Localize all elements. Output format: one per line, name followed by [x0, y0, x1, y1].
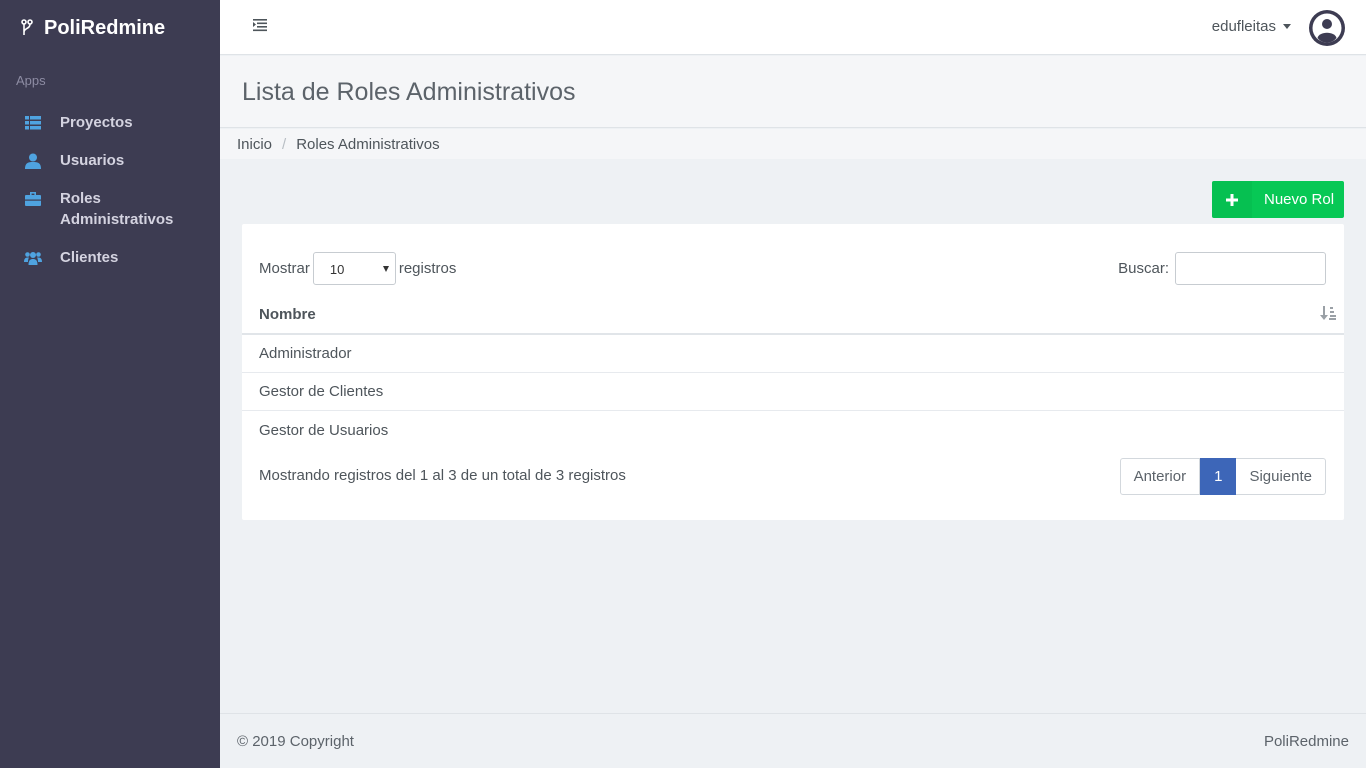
- new-role-label: Nuevo Rol: [1264, 191, 1335, 208]
- sort-icon[interactable]: [1320, 305, 1336, 325]
- search-input[interactable]: [1175, 252, 1326, 285]
- branch-icon: [21, 19, 33, 35]
- breadcrumb-separator: /: [282, 135, 287, 153]
- page-length-select[interactable]: 10: [312, 252, 396, 285]
- footer-copyright: © 2019 Copyright: [237, 732, 354, 750]
- dropdown-arrow-icon: [382, 266, 389, 272]
- table-cell: Administrador: [259, 345, 352, 362]
- table-info: Mostrando registros del 1 al 3 de un tot…: [259, 467, 626, 484]
- brand-link[interactable]: PoliRedmine: [20, 14, 165, 42]
- caret-down-icon: [1283, 24, 1291, 29]
- table-cell: Gestor de Usuarios: [259, 421, 389, 439]
- pagination-page-button[interactable]: 1: [1200, 458, 1237, 495]
- user-dropdown[interactable]: edufleitas: [1212, 18, 1291, 35]
- sidebar-item-roles[interactable]: Roles Administrativos: [0, 180, 220, 239]
- breadcrumb-home[interactable]: Inicio: [237, 136, 272, 153]
- page-length-control: Mostrar 10 registros: [259, 252, 456, 285]
- column-header-nombre[interactable]: Nombre: [242, 296, 1344, 335]
- table-row: Administrador: [242, 335, 1344, 373]
- menu-toggle-icon[interactable]: [252, 17, 270, 35]
- sidebar-item-label: Usuarios: [60, 152, 125, 169]
- username: edufleitas: [1211, 18, 1276, 35]
- sidebar-item-usuarios[interactable]: Usuarios: [0, 142, 220, 180]
- search-control: Buscar:: [1118, 252, 1326, 285]
- sidebar-item-clientes[interactable]: Clientes: [0, 239, 220, 277]
- brand-name: PoliRedmine: [44, 16, 166, 39]
- user-icon: [24, 150, 42, 171]
- length-prefix: Mostrar: [259, 260, 310, 277]
- page-header: Lista de Roles Administrativos: [220, 56, 1366, 128]
- search-label: Buscar:: [1118, 260, 1169, 277]
- plus-icon: [1212, 181, 1252, 218]
- breadcrumb-current: Roles Administrativos: [296, 135, 440, 153]
- pagination-next-button[interactable]: Siguiente: [1236, 458, 1326, 495]
- pagination-prev-button[interactable]: Anterior: [1119, 458, 1201, 495]
- column-header-label: Nombre: [259, 306, 316, 323]
- roles-table: Nombre Administrador Gestor de Clientes …: [242, 296, 1344, 449]
- footer-brand: PoliRedmine: [1263, 732, 1349, 750]
- sidebar-item-label: Clientes: [60, 249, 119, 266]
- sidebar-nav: Proyectos Usuarios Roles Administrativos: [0, 104, 220, 277]
- new-role-button[interactable]: Nuevo Rol: [1212, 181, 1344, 218]
- table-row: Gestor de Usuarios: [242, 411, 1344, 449]
- pagination: Anterior 1 Siguiente: [1119, 458, 1326, 495]
- sidebar: PoliRedmine Apps Proyectos Usuarios Role…: [0, 0, 220, 768]
- sidebar-item-label: Proyectos: [60, 114, 133, 131]
- sidebar-item-label: Roles Administrativos: [60, 190, 174, 228]
- table-cell: Gestor de Clientes: [259, 383, 384, 400]
- top-navbar: edufleitas: [220, 0, 1366, 55]
- sidebar-section-title: Apps: [16, 73, 46, 88]
- table-row: Gestor de Clientes: [242, 373, 1344, 411]
- footer: © 2019 Copyright PoliRedmine: [220, 713, 1366, 768]
- roles-table-card: Mostrar 10 registros Buscar: Nombre Admi…: [242, 224, 1344, 520]
- length-suffix: registros: [398, 260, 457, 277]
- breadcrumb: Inicio / Roles Administrativos: [220, 129, 1366, 159]
- sidebar-item-proyectos[interactable]: Proyectos: [0, 104, 220, 142]
- page-length-value: 10: [329, 262, 345, 277]
- list-icon: [24, 112, 42, 133]
- users-icon: [24, 247, 42, 268]
- page-title: Lista de Roles Administrativos: [242, 78, 576, 106]
- briefcase-icon: [24, 188, 42, 209]
- avatar[interactable]: [1309, 10, 1345, 46]
